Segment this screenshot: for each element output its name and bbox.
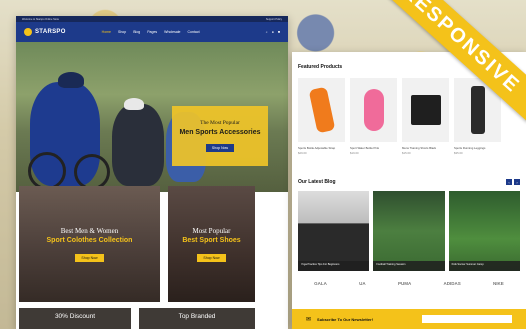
nav-pages[interactable]: Pages xyxy=(147,30,157,34)
secondary-page-mockup: Featured Products Sports Bottle Adjustab… xyxy=(292,52,526,329)
nav-shop[interactable]: Shop xyxy=(118,30,126,34)
blog-grid: Yoga Practice Tips For Beginners Footbal… xyxy=(298,191,520,271)
main-nav: Home Shop Blog Pages Wholesale Contact xyxy=(102,30,200,34)
bottle-bag-shape xyxy=(308,86,335,134)
hero-banner: The Most Popular Men Sports Accessories … xyxy=(16,42,288,192)
product-name: Mens Training Shorts Black xyxy=(402,146,437,150)
leggings-shape xyxy=(470,86,485,134)
product-price: $29.00 xyxy=(298,151,307,155)
user-icon[interactable]: ● xyxy=(272,30,274,34)
brand-logo[interactable]: GALA xyxy=(314,281,327,286)
cyclist-image xyxy=(112,104,164,186)
promo-banner-clothes[interactable]: Best Men & Women Sport Colothes Collecti… xyxy=(19,186,160,302)
nav-home[interactable]: Home xyxy=(102,30,111,34)
product-image xyxy=(350,78,397,142)
top-brand-banner-text: Top Branded xyxy=(178,313,216,320)
blog-caption: Football Training Session xyxy=(373,261,445,271)
water-bottle-shape xyxy=(363,89,384,131)
product-image xyxy=(402,78,449,142)
blog-title: Our Latest Blog xyxy=(298,179,336,185)
mail-icon: ✉ xyxy=(306,316,312,323)
helmet-shape xyxy=(124,98,144,110)
brand-logo[interactable]: NIKE xyxy=(493,281,504,286)
prev-arrow-icon[interactable]: ‹ xyxy=(506,179,512,185)
discount-banner-text: 30% Discount xyxy=(54,313,96,320)
product-name: Sport Water Bottle Pink xyxy=(350,146,379,150)
nav-blog[interactable]: Blog xyxy=(133,30,140,34)
product-price: $35.00 xyxy=(454,151,463,155)
topbar-welcome: Welcome to Starspo Online Store xyxy=(22,17,60,21)
hero-callout: The Most Popular Men Sports Accessories … xyxy=(172,106,268,166)
next-arrow-icon[interactable]: › xyxy=(514,179,520,185)
header-icons: ⌕ ● ■ xyxy=(266,30,280,34)
nav-contact[interactable]: Contact xyxy=(188,30,200,34)
nav-wholesale[interactable]: Wholesale xyxy=(164,30,180,34)
site-header: STARSPO Home Shop Blog Pages Wholesale C… xyxy=(16,22,288,42)
brand-logo[interactable]: PUMA xyxy=(398,281,411,286)
logo-ball-icon xyxy=(24,28,32,36)
logo[interactable]: STARSPO xyxy=(24,28,66,36)
bike-wheel xyxy=(28,152,66,190)
banner-shop-button[interactable]: Shop Now xyxy=(75,253,104,262)
newsletter-bar: ✉ Subscribe To Our Newsletter! xyxy=(292,309,526,329)
shorts-shape xyxy=(410,95,441,125)
promo-banners: Best Men & Women Sport Colothes Collecti… xyxy=(19,186,255,302)
blog-header: Our Latest Blog ‹ › xyxy=(298,179,520,185)
hero-shop-button[interactable]: Shop Now xyxy=(205,144,235,152)
banner-line2: Sport Colothes Collection xyxy=(46,236,133,244)
banner-line1: Best Men & Women xyxy=(60,226,119,235)
banner-shop-button[interactable]: Shop Now xyxy=(197,253,226,262)
blog-caption: Yoga Practice Tips For Beginners xyxy=(298,261,370,271)
blog-arrows: ‹ › xyxy=(506,179,520,185)
promo-banner-shoes[interactable]: Most Popular Best Sport Shoes Shop Now xyxy=(168,186,255,302)
brand-logo[interactable]: UA xyxy=(359,281,366,286)
bottom-banners: 30% Discount Top Branded xyxy=(19,308,255,329)
banner-line1: Most Popular xyxy=(192,226,231,235)
product-price: $15.00 xyxy=(402,151,411,155)
product-image xyxy=(298,78,345,142)
topbar-support: Support Policy xyxy=(265,17,282,21)
hero-subtitle: The Most Popular xyxy=(200,120,240,126)
discount-banner[interactable]: 30% Discount xyxy=(19,308,131,329)
brand-logo[interactable]: ADIDAS xyxy=(443,281,460,286)
blog-card[interactable]: Football Training Session xyxy=(373,191,445,271)
helmet-shape xyxy=(58,72,84,88)
banner-line2: Best Sport Shoes xyxy=(182,236,241,244)
hero-title: Men Sports Accessories xyxy=(179,129,261,136)
top-brand-banner[interactable]: Top Branded xyxy=(139,308,255,329)
search-icon[interactable]: ⌕ xyxy=(266,30,268,34)
newsletter-label: Subscribe To Our Newsletter! xyxy=(317,316,373,322)
logo-text: STARSPO xyxy=(35,29,66,35)
product-card[interactable]: Sports Bottle Adjustable Strap $29.00 xyxy=(298,78,345,155)
product-card[interactable]: Mens Training Shorts Black $15.00 xyxy=(402,78,449,155)
blog-card[interactable]: Kids Soccer Summer Camp xyxy=(448,191,520,271)
product-name: Sports Bottle Adjustable Strap xyxy=(298,146,336,150)
product-card[interactable]: Sport Water Bottle Pink $19.00 xyxy=(350,78,397,155)
cart-icon[interactable]: ■ xyxy=(278,30,280,34)
blog-caption: Kids Soccer Summer Camp xyxy=(448,261,520,271)
product-grid: Sports Bottle Adjustable Strap $29.00 Sp… xyxy=(298,78,520,155)
product-price: $19.00 xyxy=(350,151,359,155)
product-name: Sports Running Leggings xyxy=(454,146,486,150)
blog-card[interactable]: Yoga Practice Tips For Beginners xyxy=(298,191,370,271)
brand-logos: GALA UA PUMA ADIDAS NIKE xyxy=(298,281,520,286)
newsletter-email-input[interactable] xyxy=(422,315,512,323)
bike-wheel xyxy=(74,154,110,190)
